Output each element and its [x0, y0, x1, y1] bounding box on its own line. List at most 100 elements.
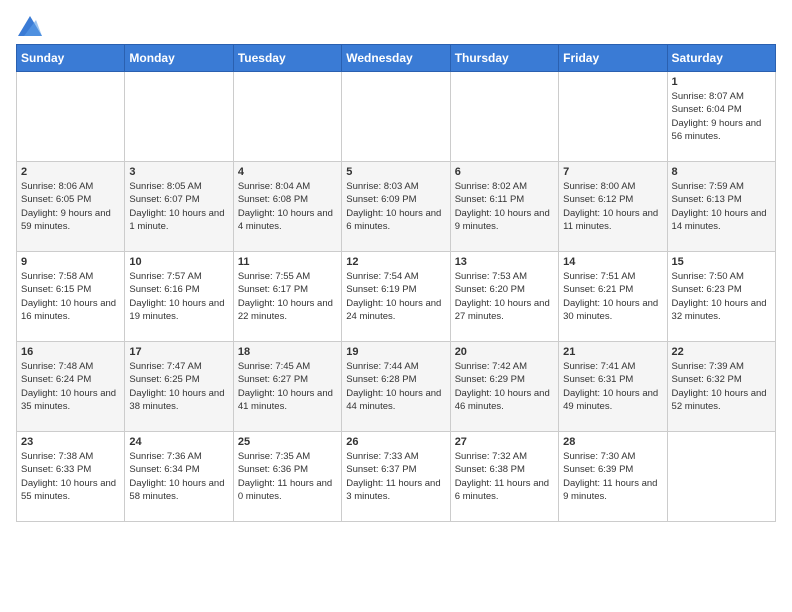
day-number: 23: [21, 436, 120, 448]
day-cell: 25 Sunrise: 7:35 AM Sunset: 6:36 PM Dayli…: [233, 432, 341, 522]
day-info: Sunrise: 7:32 AM Sunset: 6:38 PM Dayligh…: [455, 450, 554, 503]
day-cell: 5 Sunrise: 8:03 AM Sunset: 6:09 PM Daylig…: [342, 162, 450, 252]
week-row-4: 16 Sunrise: 7:48 AM Sunset: 6:24 PM Dayli…: [17, 342, 776, 432]
day-cell: 2 Sunrise: 8:06 AM Sunset: 6:05 PM Daylig…: [17, 162, 125, 252]
day-info: Sunrise: 7:30 AM Sunset: 6:39 PM Dayligh…: [563, 450, 662, 503]
day-cell: 23Sunrise: 7:38 AM Sunset: 6:33 PM Dayli…: [17, 432, 125, 522]
day-number: 18: [238, 346, 337, 358]
day-number: 12: [346, 256, 445, 268]
day-number: 6: [455, 166, 554, 178]
day-number: 11: [238, 256, 337, 268]
column-header-tuesday: Tuesday: [233, 45, 341, 72]
day-info: Sunrise: 7:35 AM Sunset: 6:36 PM Dayligh…: [238, 450, 337, 503]
day-number: 4: [238, 166, 337, 178]
day-cell: [450, 72, 558, 162]
day-number: 16: [21, 346, 120, 358]
day-info: Sunrise: 8:03 AM Sunset: 6:09 PM Dayligh…: [346, 180, 445, 233]
day-number: 9: [21, 256, 120, 268]
day-cell: 9 Sunrise: 7:58 AM Sunset: 6:15 PM Daylig…: [17, 252, 125, 342]
day-cell: 15 Sunrise: 7:50 AM Sunset: 6:23 PM Dayli…: [667, 252, 775, 342]
day-number: 5: [346, 166, 445, 178]
day-info: Sunrise: 8:07 AM Sunset: 6:04 PM Dayligh…: [672, 90, 771, 143]
day-number: 8: [672, 166, 771, 178]
day-cell: 3Sunrise: 8:05 AM Sunset: 6:07 PM Daylig…: [125, 162, 233, 252]
day-number: 17: [129, 346, 228, 358]
day-number: 13: [455, 256, 554, 268]
day-number: 22: [672, 346, 771, 358]
day-cell: 13 Sunrise: 7:53 AM Sunset: 6:20 PM Dayli…: [450, 252, 558, 342]
calendar-header: SundayMondayTuesdayWednesdayThursdayFrid…: [17, 45, 776, 72]
day-info: Sunrise: 7:58 AM Sunset: 6:15 PM Dayligh…: [21, 270, 120, 323]
day-number: 1: [672, 76, 771, 88]
day-number: 24: [129, 436, 228, 448]
day-number: 7: [563, 166, 662, 178]
day-number: 27: [455, 436, 554, 448]
column-header-sunday: Sunday: [17, 45, 125, 72]
day-cell: 14Sunrise: 7:51 AM Sunset: 6:21 PM Dayli…: [559, 252, 667, 342]
day-info: Sunrise: 7:36 AM Sunset: 6:34 PM Dayligh…: [129, 450, 228, 503]
day-info: Sunrise: 7:48 AM Sunset: 6:24 PM Dayligh…: [21, 360, 120, 413]
day-info: Sunrise: 7:59 AM Sunset: 6:13 PM Dayligh…: [672, 180, 771, 233]
day-info: Sunrise: 8:00 AM Sunset: 6:12 PM Dayligh…: [563, 180, 662, 233]
day-info: Sunrise: 7:57 AM Sunset: 6:16 PM Dayligh…: [129, 270, 228, 323]
day-cell: 27 Sunrise: 7:32 AM Sunset: 6:38 PM Dayli…: [450, 432, 558, 522]
day-number: 10: [129, 256, 228, 268]
page-header: [16, 16, 776, 36]
day-info: Sunrise: 7:33 AM Sunset: 6:37 PM Dayligh…: [346, 450, 445, 503]
day-info: Sunrise: 8:06 AM Sunset: 6:05 PM Dayligh…: [21, 180, 120, 233]
day-cell: 10 Sunrise: 7:57 AM Sunset: 6:16 PM Dayli…: [125, 252, 233, 342]
day-cell: 26 Sunrise: 7:33 AM Sunset: 6:37 PM Dayli…: [342, 432, 450, 522]
day-cell: 7 Sunrise: 8:00 AM Sunset: 6:12 PM Daylig…: [559, 162, 667, 252]
day-cell: 8 Sunrise: 7:59 AM Sunset: 6:13 PM Daylig…: [667, 162, 775, 252]
day-cell: 4 Sunrise: 8:04 AM Sunset: 6:08 PM Daylig…: [233, 162, 341, 252]
day-cell: 28Sunrise: 7:30 AM Sunset: 6:39 PM Dayli…: [559, 432, 667, 522]
column-header-monday: Monday: [125, 45, 233, 72]
day-cell: [559, 72, 667, 162]
day-info: Sunrise: 7:51 AM Sunset: 6:21 PM Dayligh…: [563, 270, 662, 323]
day-number: 20: [455, 346, 554, 358]
day-cell: 24 Sunrise: 7:36 AM Sunset: 6:34 PM Dayli…: [125, 432, 233, 522]
day-number: 2: [21, 166, 120, 178]
day-info: Sunrise: 7:54 AM Sunset: 6:19 PM Dayligh…: [346, 270, 445, 323]
week-row-3: 9 Sunrise: 7:58 AM Sunset: 6:15 PM Daylig…: [17, 252, 776, 342]
day-info: Sunrise: 8:02 AM Sunset: 6:11 PM Dayligh…: [455, 180, 554, 233]
day-cell: 16 Sunrise: 7:48 AM Sunset: 6:24 PM Dayli…: [17, 342, 125, 432]
day-info: Sunrise: 7:42 AM Sunset: 6:29 PM Dayligh…: [455, 360, 554, 413]
column-header-saturday: Saturday: [667, 45, 775, 72]
day-cell: 11 Sunrise: 7:55 AM Sunset: 6:17 PM Dayli…: [233, 252, 341, 342]
week-row-5: 23Sunrise: 7:38 AM Sunset: 6:33 PM Dayli…: [17, 432, 776, 522]
day-info: Sunrise: 8:05 AM Sunset: 6:07 PM Dayligh…: [129, 180, 228, 233]
day-info: Sunrise: 7:45 AM Sunset: 6:27 PM Dayligh…: [238, 360, 337, 413]
day-cell: 21 Sunrise: 7:41 AM Sunset: 6:31 PM Dayli…: [559, 342, 667, 432]
day-cell: 20 Sunrise: 7:42 AM Sunset: 6:29 PM Dayli…: [450, 342, 558, 432]
week-row-2: 2 Sunrise: 8:06 AM Sunset: 6:05 PM Daylig…: [17, 162, 776, 252]
day-cell: 12 Sunrise: 7:54 AM Sunset: 6:19 PM Dayli…: [342, 252, 450, 342]
column-header-wednesday: Wednesday: [342, 45, 450, 72]
day-info: Sunrise: 8:04 AM Sunset: 6:08 PM Dayligh…: [238, 180, 337, 233]
day-cell: 22 Sunrise: 7:39 AM Sunset: 6:32 PM Dayli…: [667, 342, 775, 432]
day-info: Sunrise: 7:53 AM Sunset: 6:20 PM Dayligh…: [455, 270, 554, 323]
column-header-thursday: Thursday: [450, 45, 558, 72]
day-number: 25: [238, 436, 337, 448]
day-info: Sunrise: 7:44 AM Sunset: 6:28 PM Dayligh…: [346, 360, 445, 413]
logo: [16, 16, 42, 36]
day-cell: 17 Sunrise: 7:47 AM Sunset: 6:25 PM Dayli…: [125, 342, 233, 432]
day-cell: [125, 72, 233, 162]
day-cell: 6 Sunrise: 8:02 AM Sunset: 6:11 PM Daylig…: [450, 162, 558, 252]
day-info: Sunrise: 7:41 AM Sunset: 6:31 PM Dayligh…: [563, 360, 662, 413]
day-info: Sunrise: 7:39 AM Sunset: 6:32 PM Dayligh…: [672, 360, 771, 413]
day-cell: [233, 72, 341, 162]
logo-icon: [18, 16, 42, 36]
day-cell: [342, 72, 450, 162]
header-row: SundayMondayTuesdayWednesdayThursdayFrid…: [17, 45, 776, 72]
day-info: Sunrise: 7:55 AM Sunset: 6:17 PM Dayligh…: [238, 270, 337, 323]
calendar-body: 1 Sunrise: 8:07 AM Sunset: 6:04 PM Daylig…: [17, 72, 776, 522]
day-number: 21: [563, 346, 662, 358]
day-number: 26: [346, 436, 445, 448]
day-number: 15: [672, 256, 771, 268]
day-cell: [17, 72, 125, 162]
day-info: Sunrise: 7:47 AM Sunset: 6:25 PM Dayligh…: [129, 360, 228, 413]
day-info: Sunrise: 7:50 AM Sunset: 6:23 PM Dayligh…: [672, 270, 771, 323]
day-cell: 1 Sunrise: 8:07 AM Sunset: 6:04 PM Daylig…: [667, 72, 775, 162]
day-cell: 19Sunrise: 7:44 AM Sunset: 6:28 PM Dayli…: [342, 342, 450, 432]
